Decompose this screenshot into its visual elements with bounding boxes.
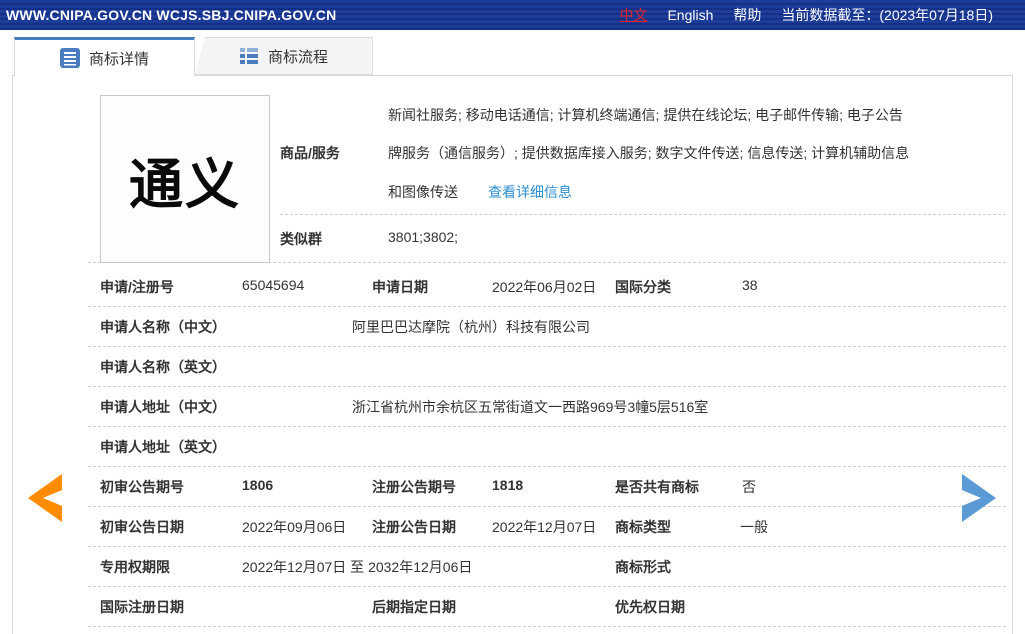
prev-record-button[interactable]	[28, 474, 62, 522]
process-list-icon	[239, 46, 259, 66]
site-title: WWW.CNIPA.GOV.CN WCJS.SBJ.CNIPA.GOV.CN	[6, 7, 337, 23]
tab-process-label: 商标流程	[267, 48, 328, 66]
divider	[88, 306, 1006, 307]
reg-no-label: 申请/注册号	[100, 279, 174, 295]
reg-gazette-date-value: 2022年12月07日	[492, 519, 597, 535]
chevron-left-icon	[28, 474, 62, 522]
applicant-en-label: 申请人名称（英文）	[100, 359, 226, 375]
reg-no-value: 65045694	[242, 277, 305, 293]
trademark-detail-page: WWW.CNIPA.GOV.CN WCJS.SBJ.CNIPA.GOV.CN 中…	[0, 0, 1025, 634]
shared-mark-label: 是否共有商标	[615, 479, 699, 495]
divider	[280, 214, 1006, 215]
similar-group-value: 3801;3802;	[388, 229, 459, 245]
detail-list-icon	[59, 48, 80, 68]
first-gazette-no-value: 1806	[242, 477, 274, 493]
address-en-label: 申请人地址（英文）	[100, 439, 226, 455]
first-gazette-date-label: 初审公告日期	[100, 519, 184, 535]
top-bar-links: 中文 English 帮助 当前数据截至：(2023年07月18日)	[619, 5, 1025, 25]
applicant-cn-label: 申请人名称（中文）	[100, 319, 226, 335]
next-record-button[interactable]	[962, 474, 996, 522]
view-details-link[interactable]: 查看详细信息	[488, 182, 572, 202]
reg-gazette-date-label: 注册公告日期	[372, 519, 456, 535]
divider	[88, 466, 1006, 467]
trademark-image: 通义	[100, 95, 270, 263]
goods-line3: 和图像传送	[388, 184, 458, 200]
tab-detail-label: 商标详情	[88, 50, 149, 68]
later-designation-date-label: 后期指定日期	[372, 599, 456, 615]
divider	[88, 626, 1006, 627]
intl-class-value: 38	[742, 277, 758, 293]
reg-gazette-no-label: 注册公告期号	[372, 479, 456, 495]
divider	[88, 346, 1006, 347]
exclusive-period-label: 专用权期限	[100, 559, 170, 575]
divider	[88, 546, 1006, 547]
reg-gazette-no-value: 1818	[492, 477, 524, 493]
priority-date-label: 优先权日期	[615, 599, 685, 615]
tab-trademark-process[interactable]: 商标流程	[195, 37, 373, 75]
apply-date-label: 申请日期	[372, 279, 428, 295]
top-bar: WWW.CNIPA.GOV.CN WCJS.SBJ.CNIPA.GOV.CN 中…	[0, 0, 1025, 30]
shared-mark-value: 否	[742, 479, 756, 495]
first-gazette-date-value: 2022年09月06日	[242, 519, 347, 535]
tab-trademark-detail[interactable]: 商标详情	[14, 37, 195, 76]
mark-form-label: 商标形式	[615, 559, 671, 575]
divider	[88, 426, 1006, 427]
similar-group-label: 类似群	[280, 231, 322, 247]
mark-type-label: 商标类型	[615, 519, 671, 535]
apply-date-value: 2022年06月02日	[492, 279, 597, 295]
address-cn-label: 申请人地址（中文）	[100, 399, 226, 415]
divider	[88, 386, 1006, 387]
help-link[interactable]: 帮助	[733, 5, 761, 25]
exclusive-period-value: 2022年12月07日 至 2032年12月06日	[242, 559, 473, 575]
data-cutoff-text: 当前数据截至：(2023年07月18日)	[781, 7, 993, 23]
address-cn-value: 浙江省杭州市余杭区五常街道文一西路969号3幢5层516室	[352, 399, 709, 415]
intl-reg-date-label: 国际注册日期	[100, 599, 184, 615]
mark-type-value: 一般	[740, 519, 768, 535]
goods-label: 商品/服务	[280, 145, 340, 161]
first-gazette-no-label: 初审公告期号	[100, 479, 184, 495]
applicant-cn-value: 阿里巴巴达摩院（杭州）科技有限公司	[352, 319, 590, 335]
goods-line2: 牌服务（通信服务）; 提供数据库接入服务; 数字文件传送; 信息传送; 计算机辅…	[388, 145, 910, 161]
chevron-right-icon	[962, 474, 996, 522]
intl-class-label: 国际分类	[615, 279, 671, 295]
lang-chinese-link[interactable]: 中文	[619, 5, 647, 25]
divider	[88, 506, 1006, 507]
divider	[88, 586, 1006, 587]
lang-english-link[interactable]: English	[667, 7, 713, 23]
goods-line1: 新闻社服务; 移动电话通信; 计算机终端通信; 提供在线论坛; 电子邮件传输; …	[388, 107, 903, 123]
trademark-image-text: 通义	[129, 154, 241, 215]
